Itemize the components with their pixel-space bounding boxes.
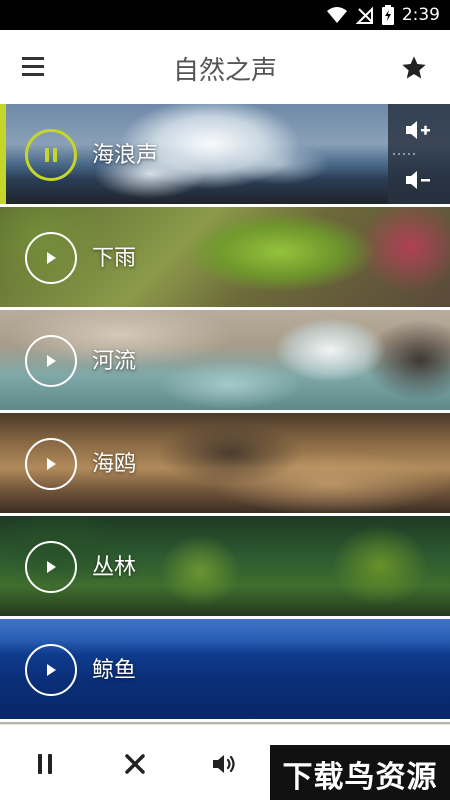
volume-down-button[interactable]	[402, 166, 436, 194]
app-bar: 自然之声	[0, 30, 450, 104]
play-icon	[47, 458, 56, 470]
sound-item-whale[interactable]: 鲸鱼	[0, 619, 450, 719]
sound-item-jungle[interactable]: 丛林	[0, 516, 450, 616]
sound-label: 河流	[92, 349, 137, 374]
sound-label: 海鸥	[92, 452, 137, 477]
sound-item-ocean-waves[interactable]: 海浪声	[0, 104, 450, 204]
sound-item-seagull[interactable]: 海鸥	[0, 413, 450, 513]
play-button[interactable]	[25, 644, 77, 696]
sound-item-river[interactable]: 河流	[0, 310, 450, 410]
wifi-icon	[326, 7, 347, 23]
play-icon	[47, 252, 56, 264]
play-icon	[47, 561, 56, 573]
watermark-text: 下载鸟资源	[282, 760, 438, 795]
pause-icon	[45, 148, 57, 162]
play-button[interactable]	[25, 438, 77, 490]
volume-up-button[interactable]	[402, 116, 436, 144]
play-icon	[47, 355, 56, 367]
volume-level-dots	[393, 153, 415, 155]
battery-charging-icon	[381, 5, 394, 25]
pause-all-button[interactable]	[30, 749, 60, 779]
stop-all-button[interactable]	[120, 749, 150, 779]
pause-button[interactable]	[25, 129, 77, 181]
signal-no-sim-icon	[355, 6, 373, 24]
active-indicator	[0, 104, 6, 204]
sound-label: 鲸鱼	[92, 658, 137, 683]
favorites-button[interactable]	[400, 54, 428, 82]
play-icon	[47, 664, 56, 676]
volume-icon	[213, 755, 235, 773]
volume-down-icon	[406, 171, 430, 189]
volume-up-icon	[406, 121, 430, 139]
page-title: 自然之声	[172, 56, 277, 86]
play-button[interactable]	[25, 541, 77, 593]
sound-label: 丛林	[92, 555, 137, 580]
status-icons: 2:39	[326, 0, 440, 30]
status-time: 2:39	[401, 5, 440, 25]
watermark: 下载鸟资源	[270, 745, 450, 800]
close-icon	[125, 754, 145, 774]
sound-item-rain[interactable]: 下雨	[0, 207, 450, 307]
play-button[interactable]	[25, 232, 77, 284]
pause-all-icon	[38, 754, 52, 774]
sound-label: 下雨	[92, 246, 137, 271]
sound-list: 海浪声 下雨 河流 海鸥 丛林 鲸鱼	[0, 104, 450, 724]
sound-label: 海浪声	[92, 143, 159, 168]
master-volume-button[interactable]	[210, 749, 240, 779]
volume-panel	[388, 104, 450, 204]
play-button[interactable]	[25, 335, 77, 387]
star-icon	[402, 56, 426, 79]
status-bar: 2:39	[0, 0, 450, 30]
